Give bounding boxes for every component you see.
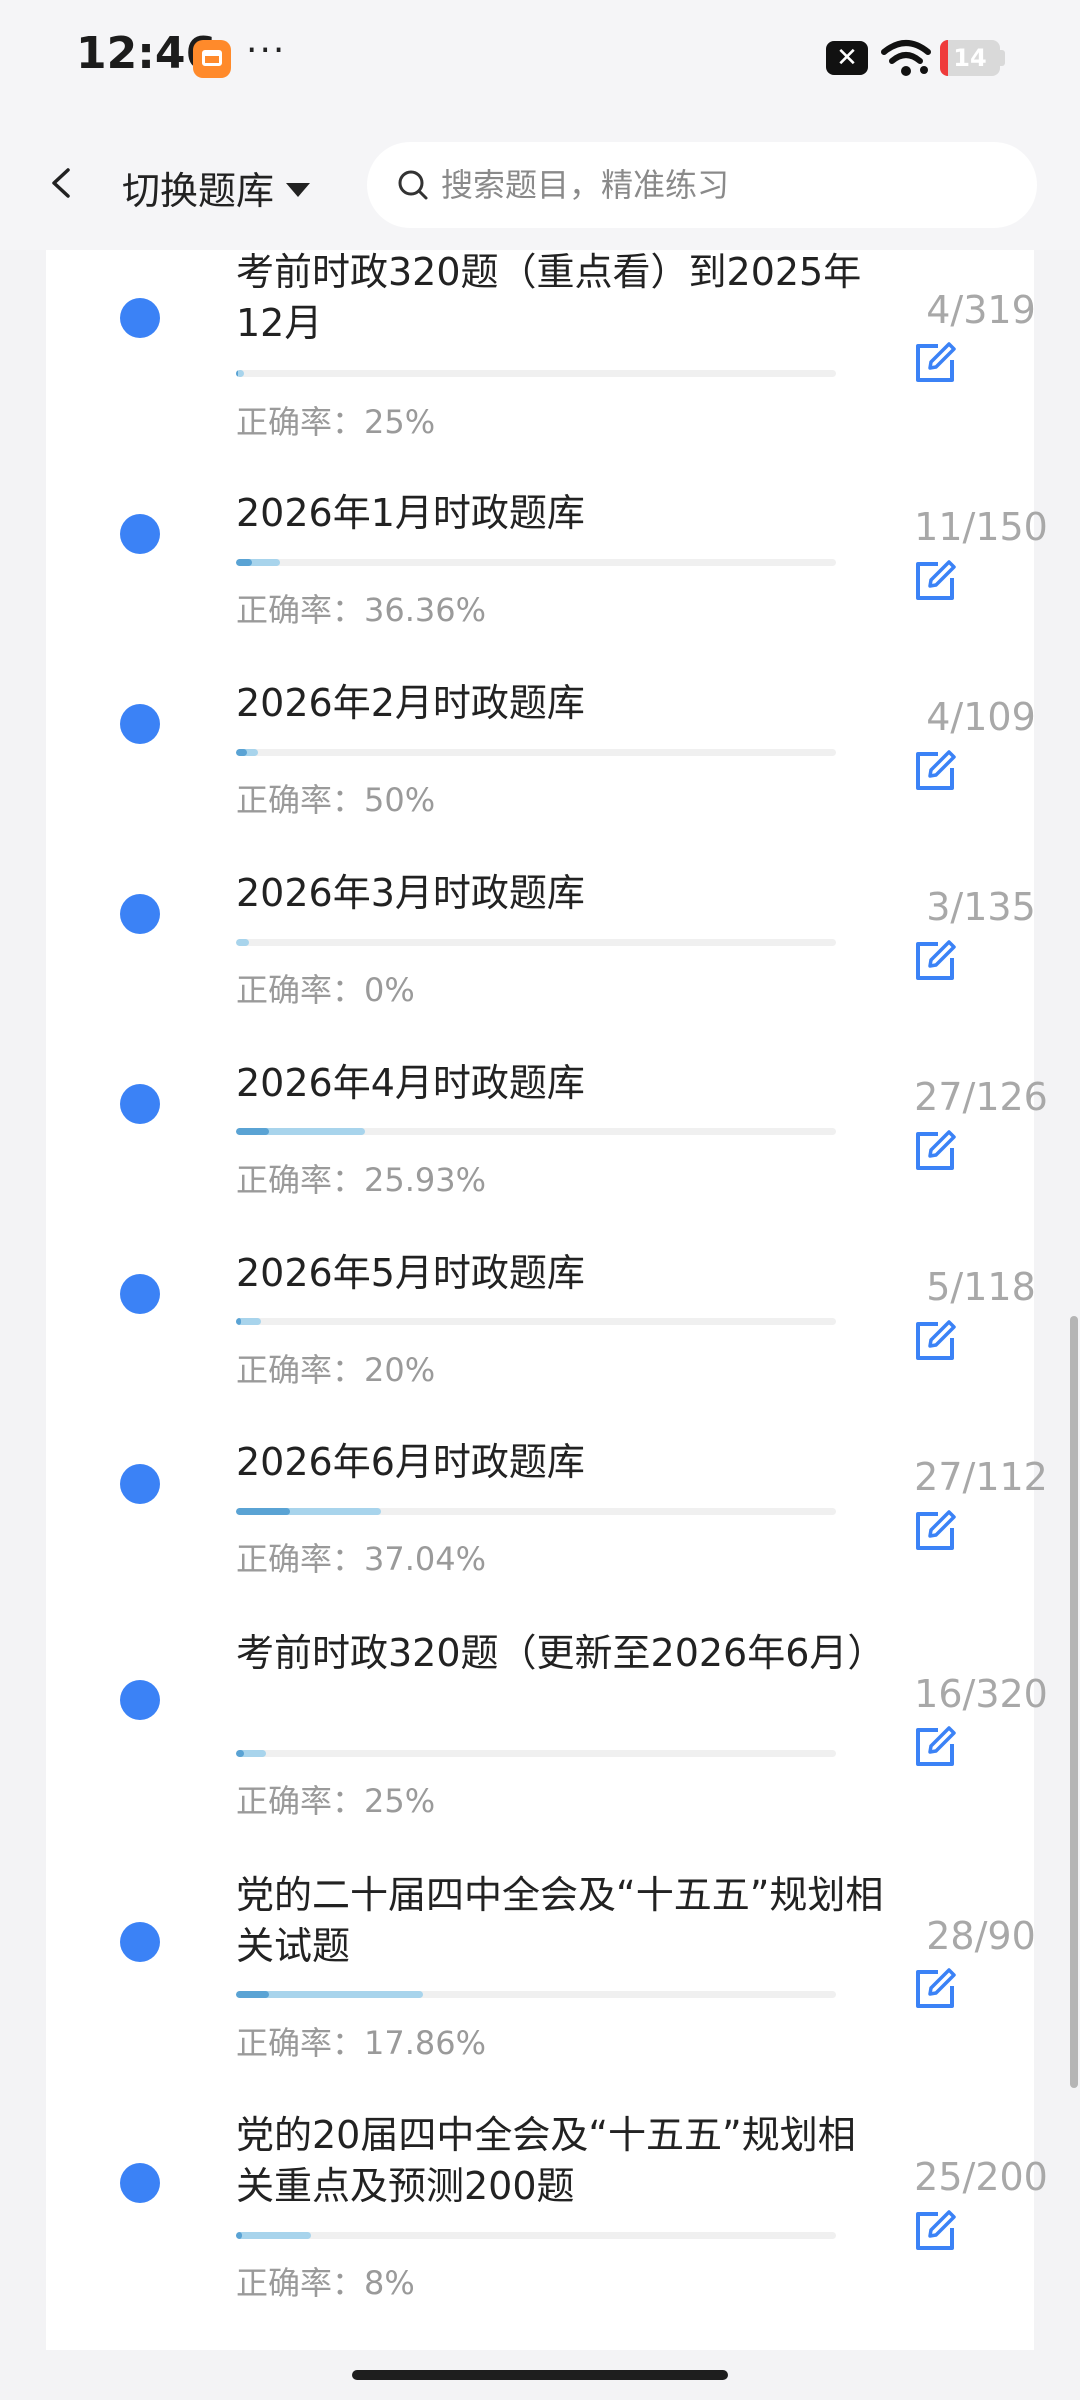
progress-correct [236,1750,244,1757]
accuracy-label: 正确率：36.36% [236,591,487,629]
battery-tip [1000,50,1005,66]
bank-title[interactable]: 考前时政320题（重点看）到2025年12月 [236,247,886,349]
progress-bar [236,1508,836,1515]
edit-icon[interactable] [912,938,958,984]
progress-count: 25/200 [914,2155,1048,2199]
status-dot [120,1464,160,1504]
scrollbar[interactable] [1070,1316,1078,2088]
edit-icon[interactable] [912,1128,958,1174]
accuracy-label: 正确率：25% [236,403,436,441]
battery-icon: 14 [940,40,1000,76]
progress-bar [236,1128,836,1135]
progress-correct [236,1318,242,1325]
accuracy-label: 正确率：17.86% [236,2024,487,2062]
progress-count: 27/112 [914,1455,1048,1499]
accuracy-label: 正确率：0% [236,971,415,1009]
progress-bar [236,1750,836,1757]
progress-bar [236,1318,836,1325]
progress-count: 3/135 [926,885,1036,929]
battery-level: 14 [953,44,987,72]
edit-icon[interactable] [912,748,958,794]
progress-bar [236,2232,836,2239]
progress-correct [236,2232,242,2239]
accuracy-label: 正确率：20% [236,1351,436,1389]
progress-count: 4/319 [926,288,1036,332]
accuracy-label: 正确率：8% [236,2264,415,2302]
edit-icon[interactable] [912,1966,958,2012]
wifi-icon [881,40,931,76]
edit-icon[interactable] [912,1318,958,1364]
bank-title[interactable]: 2026年4月时政题库 [236,1058,886,1109]
accuracy-label: 正确率：25% [236,1782,436,1820]
status-dot [120,1274,160,1314]
status-dot [120,894,160,934]
accuracy-label: 正确率：50% [236,781,436,819]
edit-icon[interactable] [912,558,958,604]
status-dot [120,1922,160,1962]
bank-title[interactable]: 考前时政320题（更新至2026年6月） [236,1628,886,1679]
progress-count: 28/90 [926,1914,1036,1958]
edit-icon[interactable] [912,1724,958,1770]
edit-icon[interactable] [912,1508,958,1554]
progress-count: 16/320 [914,1672,1048,1716]
status-dot [120,1084,160,1124]
switch-bank-label: 切换题库 [122,169,275,213]
bank-title[interactable]: 2026年1月时政题库 [236,488,886,539]
progress-bar [236,370,836,377]
status-bar: 12:46 ··· ✕ 14 [0,0,1080,120]
bank-title[interactable]: 2026年3月时政题库 [236,868,886,919]
bank-title[interactable]: 党的二十届四中全会及“十五五”规划相关试题 [236,1870,886,1972]
progress-bar [236,559,836,566]
status-dot [120,2163,160,2203]
edit-icon[interactable] [912,2208,958,2254]
more-notifications-icon: ··· [246,30,287,71]
progress-count: 11/150 [914,505,1048,549]
progress-answered [236,939,250,946]
app-badge-icon [193,40,231,78]
progress-count: 5/118 [926,1265,1036,1309]
bank-title[interactable]: 2026年2月时政题库 [236,678,886,729]
status-dot [120,704,160,744]
progress-count: 4/109 [926,695,1036,739]
search-input[interactable] [439,165,1003,205]
home-indicator[interactable] [352,2370,728,2380]
accuracy-label: 正确率：25.93% [236,1161,487,1199]
progress-correct [236,559,253,566]
status-dot [120,298,160,338]
status-dot [120,1680,160,1720]
progress-correct [236,1508,290,1515]
status-dot [120,514,160,554]
progress-correct [236,370,238,377]
switch-bank-button[interactable]: 切换题库 [122,160,311,215]
close-status-icon: ✕ [826,41,868,75]
progress-answered [236,2232,311,2239]
accuracy-label: 正确率：37.04% [236,1540,487,1578]
progress-bar [236,1991,836,1998]
question-bank-list: 考前时政320题（重点看）到2025年12月正确率：25% 4/319 2026年1… [46,247,1048,2350]
search-icon [398,170,428,200]
progress-correct [236,1991,270,1998]
progress-correct [236,1128,270,1135]
search-bar[interactable] [367,142,1037,228]
progress-bar [236,939,836,946]
bank-title[interactable]: 2026年5月时政题库 [236,1248,886,1299]
progress-count: 27/126 [914,1075,1048,1119]
bank-title[interactable]: 2026年6月时政题库 [236,1437,886,1488]
caret-down-icon [286,182,311,197]
progress-bar [236,749,836,756]
edit-icon[interactable] [912,340,958,386]
chevron-left-icon[interactable] [46,168,76,198]
bank-title[interactable]: 党的20届四中全会及“十五五”规划相关重点及预测200题 [236,2110,886,2212]
progress-correct [236,749,247,756]
